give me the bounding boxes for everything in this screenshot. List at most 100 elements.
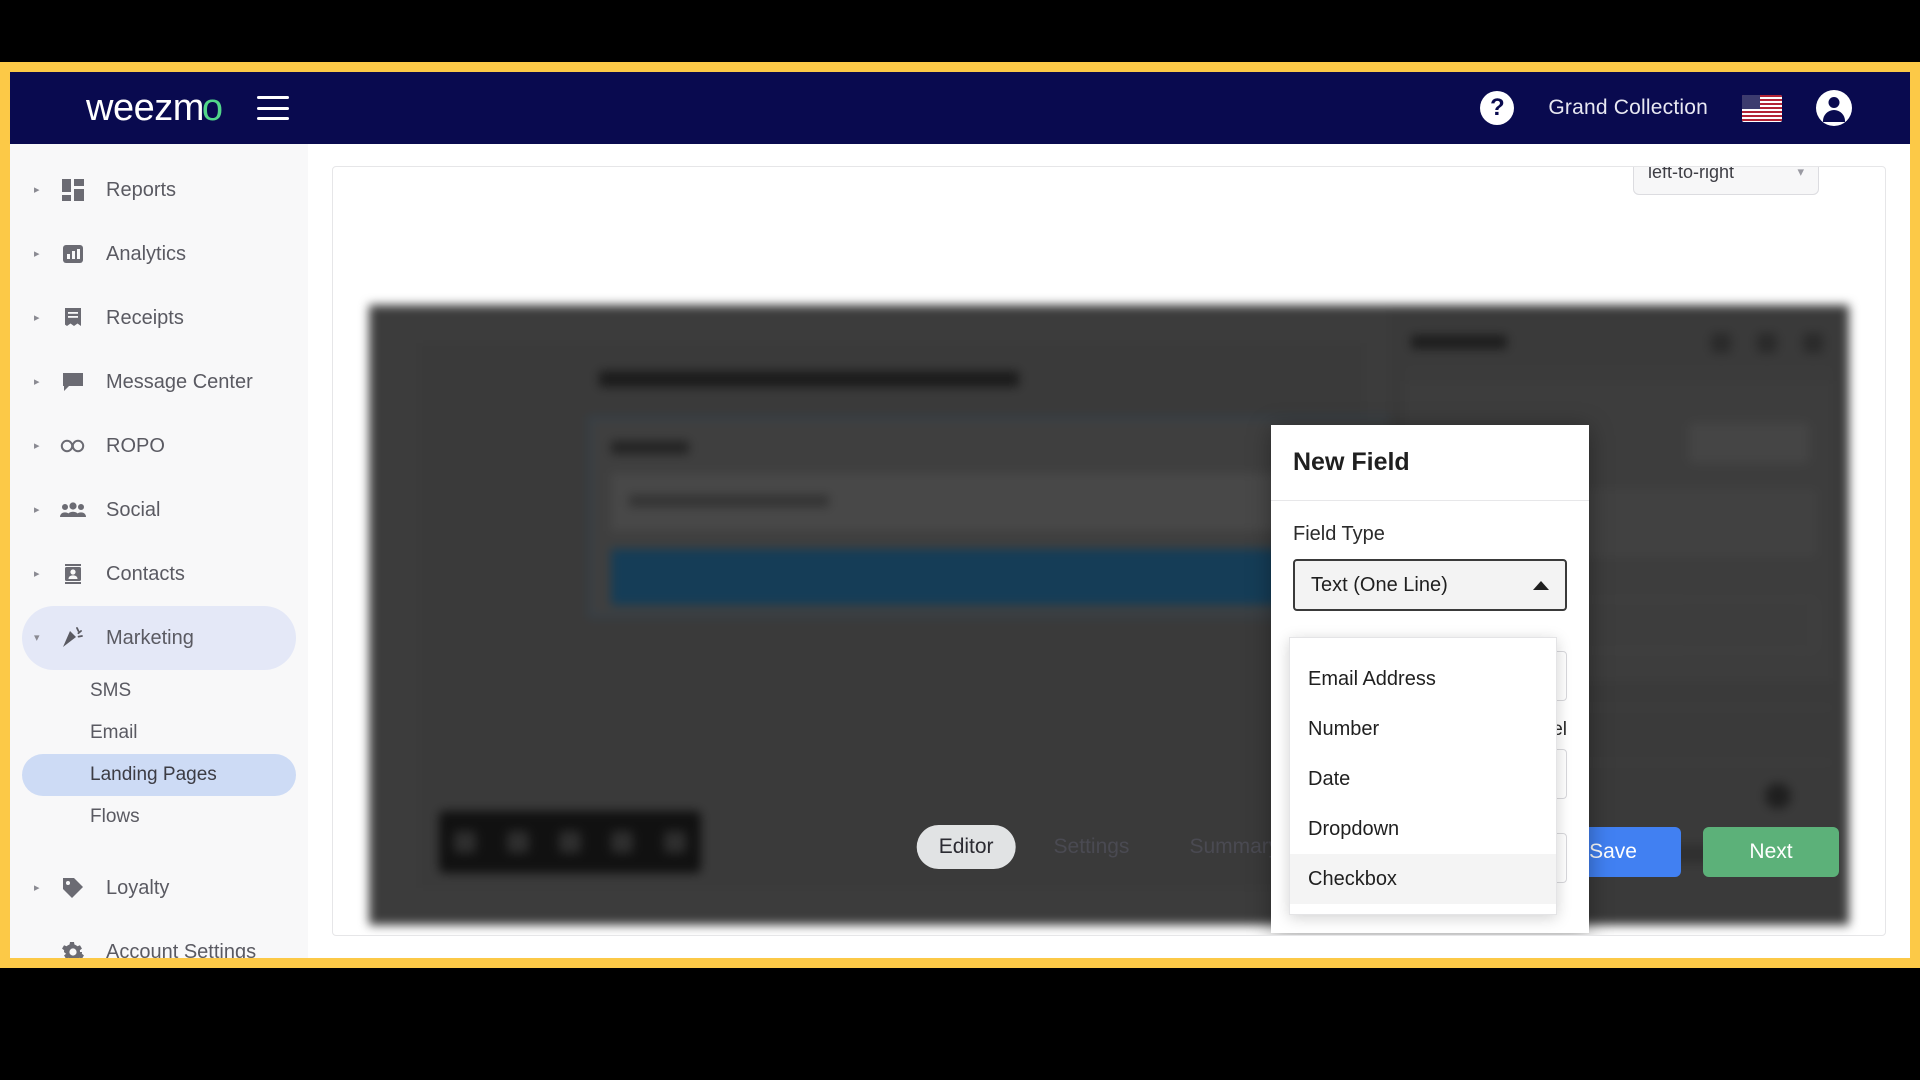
field-type-select[interactable]: Text (One Line): [1293, 559, 1567, 611]
new-field-modal: New Field Field Type Text (One Line) Lab…: [1271, 425, 1589, 933]
dropdown-option-label: Date: [1308, 767, 1351, 790]
tab-label: Summary: [1189, 835, 1280, 858]
contact-card-icon: [58, 563, 88, 585]
toolbar-icon-3[interactable]: [558, 831, 581, 853]
tab-label: Editor: [938, 835, 994, 858]
dashboard-icon: [58, 179, 88, 201]
dropdown-option-label: Dropdown: [1308, 817, 1400, 840]
toolbar-icon-2[interactable]: [506, 831, 529, 853]
sidebar-item-label: Contacts: [106, 562, 185, 585]
main-content: left-to-right ▾ New Field Field Type Tex…: [308, 144, 1910, 958]
sidebar-subitem-sms[interactable]: SMS: [22, 670, 296, 712]
panel-icon-2[interactable]: [1757, 333, 1777, 353]
user-avatar-icon[interactable]: [1816, 90, 1852, 126]
next-button[interactable]: Next: [1703, 827, 1839, 877]
weezmo-logo[interactable]: weezm o: [86, 89, 223, 127]
sidebar-item-reports[interactable]: ▸ Reports: [22, 158, 296, 222]
dropdown-option-checkbox[interactable]: Checkbox: [1290, 854, 1556, 904]
caret-up-icon: [1533, 580, 1549, 590]
tab-editor[interactable]: Editor: [916, 825, 1016, 869]
footer-actions: Save Next: [1545, 827, 1839, 877]
people-group-icon: [58, 501, 88, 519]
preview-field-label: [611, 441, 689, 454]
application-window: weezm o ? Grand Collection ▸ Reports ▸ A…: [10, 72, 1910, 958]
logo-accent-o: o: [201, 87, 224, 129]
toolbar-icon-5[interactable]: [663, 831, 686, 853]
dropdown-option-label: Email Address: [1308, 667, 1436, 690]
text-direction-select[interactable]: left-to-right ▾: [1633, 166, 1819, 195]
bar-chart-icon: [58, 243, 88, 265]
sidebar-item-label: Marketing: [106, 626, 194, 649]
block-toolbar[interactable]: [439, 811, 701, 873]
sidebar-subitem-label: SMS: [90, 680, 132, 701]
dropdown-option-label: Checkbox: [1308, 867, 1397, 890]
chevron-right-icon: ▸: [34, 375, 40, 388]
sidebar-item-social[interactable]: ▸ Social: [22, 478, 296, 542]
text-direction-value: left-to-right: [1648, 166, 1735, 182]
sidebar-item-loyalty[interactable]: ▸ Loyalty: [22, 856, 296, 920]
panel-header: [1405, 315, 1833, 371]
editor-tabs: Editor Settings Summary: [916, 825, 1302, 869]
chevron-down-icon: ▾: [34, 631, 40, 644]
infinity-icon: [58, 437, 88, 455]
gear-icon: [58, 940, 88, 958]
chevron-down-icon: ▾: [1797, 166, 1804, 179]
dropdown-option-email-address[interactable]: Email Address: [1290, 654, 1556, 704]
sidebar-item-message-center[interactable]: ▸ Message Center: [22, 350, 296, 414]
sidebar-item-label: Analytics: [106, 242, 187, 265]
sidebar-subitem-label: Landing Pages: [90, 764, 217, 785]
sidebar-item-label: Loyalty: [106, 876, 170, 899]
account-name[interactable]: Grand Collection: [1548, 96, 1708, 120]
sidebar-subitem-flows[interactable]: Flows: [22, 796, 296, 838]
field-type-dropdown-list[interactable]: Email Address Number Date Dropdown Check: [1289, 637, 1557, 915]
chat-bubble-icon: [58, 371, 88, 393]
top-header-bar: weezm o ? Grand Collection: [10, 72, 1910, 144]
sidebar-subitem-landing-pages[interactable]: Landing Pages: [22, 754, 296, 796]
sidebar-item-label: ROPO: [106, 434, 165, 457]
panel-icon-1[interactable]: [1711, 333, 1731, 353]
sidebar-item-label: Reports: [106, 178, 177, 201]
dropdown-option-label: Number: [1308, 717, 1380, 740]
chevron-right-icon: ▸: [34, 881, 40, 894]
sidebar-item-ropo[interactable]: ▸ ROPO: [22, 414, 296, 478]
dropdown-option-date[interactable]: Date: [1290, 754, 1556, 804]
sidebar-item-receipts[interactable]: ▸ Receipts: [22, 286, 296, 350]
sidebar-nav: ▸ Reports ▸ Analytics ▸ Receipts ▸ Messa…: [10, 144, 308, 958]
sidebar-item-label: Message Center: [106, 370, 253, 393]
hamburger-menu-icon[interactable]: [257, 96, 290, 120]
chevron-right-icon: ▸: [34, 311, 40, 324]
field-type-value: Text (One Line): [1311, 573, 1448, 596]
sidebar-item-contacts[interactable]: ▸ Contacts: [22, 542, 296, 606]
dropdown-option-dropdown[interactable]: Dropdown: [1290, 804, 1556, 854]
chevron-right-icon: ▸: [34, 439, 40, 452]
chevron-right-icon: ▸: [34, 247, 40, 260]
toolbar-icon-1[interactable]: [454, 831, 477, 853]
landing-page-preview: [419, 343, 1409, 888]
chevron-right-icon: ▸: [34, 567, 40, 580]
tab-settings[interactable]: Settings: [1032, 825, 1152, 869]
preview-text-block: [599, 371, 1019, 387]
panel-icon-3[interactable]: [1803, 333, 1823, 353]
receipt-icon: [58, 307, 88, 329]
field-type-label: Field Type: [1293, 523, 1385, 545]
sidebar-item-marketing[interactable]: ▾ Marketing: [22, 606, 296, 670]
modal-title: New Field: [1293, 448, 1410, 476]
tab-label: Settings: [1053, 835, 1130, 858]
header-actions: ? Grand Collection: [1480, 90, 1852, 126]
dropdown-option-number[interactable]: Number: [1290, 704, 1556, 754]
help-icon[interactable]: ?: [1480, 91, 1515, 125]
sidebar-item-label: Receipts: [106, 306, 184, 329]
sidebar-item-analytics[interactable]: ▸ Analytics: [22, 222, 296, 286]
us-flag-icon[interactable]: [1742, 94, 1782, 122]
browser-viewport: weezm o ? Grand Collection ▸ Reports ▸ A…: [0, 62, 1920, 968]
logo-text: weezm: [86, 87, 204, 129]
sidebar-subitem-email[interactable]: Email: [22, 712, 296, 754]
modal-body: Field Type Text (One Line) Label: [1271, 501, 1589, 883]
dropdown-scroll-top: [1290, 638, 1556, 654]
dropdown-option-hidden[interactable]: Hidden: [1290, 904, 1556, 914]
toolbar-icon-4[interactable]: [611, 831, 634, 853]
megaphone-icon: [58, 627, 88, 649]
sidebar-item-account-settings[interactable]: Account Settings: [22, 920, 296, 958]
sidebar-item-label: Social: [106, 498, 161, 521]
landing-page-editor-card: left-to-right ▾ New Field Field Type Tex…: [332, 166, 1886, 936]
